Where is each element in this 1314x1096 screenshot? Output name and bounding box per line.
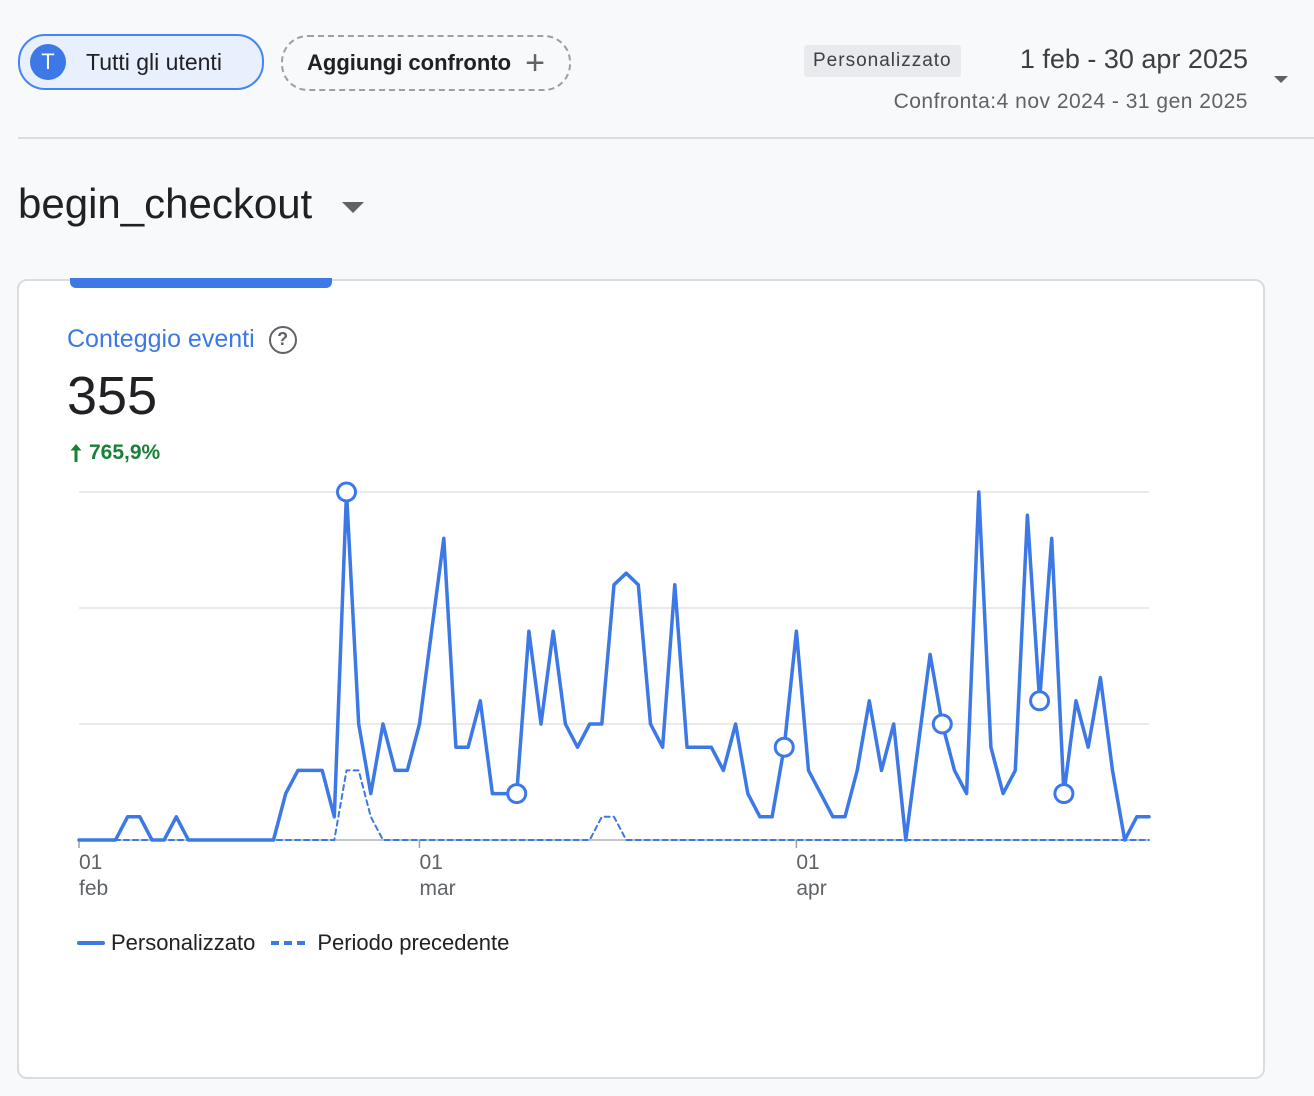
report-header: T Tutti gli utenti Aggiungi confronto + …: [0, 0, 1314, 138]
segment-chip[interactable]: T Tutti gli utenti: [18, 34, 264, 90]
legend-label-previous: Periodo precedente: [317, 930, 510, 955]
event-dropdown-icon[interactable]: [342, 201, 365, 213]
event-title: begin_checkout: [18, 180, 313, 227]
x-tick-month: feb: [79, 877, 108, 900]
date-range-main[interactable]: 1 feb - 30 apr 2025: [1020, 44, 1248, 75]
event-selector[interactable]: begin_checkout: [18, 180, 365, 228]
data-point-marker: [1053, 783, 1075, 805]
legend-item-current[interactable]: Personalizzato: [77, 930, 255, 956]
data-point-marker: [773, 736, 795, 758]
segment-chip-label: Tutti gli utenti: [86, 48, 222, 75]
date-range-compare: Confronta:4 nov 2024 - 31 gen 2025: [893, 90, 1248, 113]
header-divider: [18, 137, 1314, 139]
data-point-marker: [336, 481, 357, 503]
legend-label-current: Personalizzato: [111, 930, 256, 955]
date-range-type-badge: Personalizzato: [804, 45, 961, 77]
legend-swatch-solid: [77, 941, 105, 945]
data-point-marker: [506, 783, 528, 805]
date-range-dropdown-icon[interactable]: [1274, 76, 1288, 83]
add-comparison-button[interactable]: Aggiungi confronto +: [281, 35, 571, 91]
x-tick-day: 01: [79, 851, 102, 874]
plus-icon: +: [525, 44, 545, 82]
data-point-marker: [931, 713, 953, 735]
segment-avatar: T: [30, 44, 66, 80]
x-tick-day: 01: [419, 851, 442, 874]
chart-legend: Personalizzato Periodo precedente: [77, 930, 509, 956]
metric-card: Conteggio eventi ? 355 765,9% 01 feb 01 mar…: [17, 278, 1265, 1079]
series-line-current: [77, 490, 1151, 842]
data-point-marker: [1029, 690, 1051, 712]
x-tick-month: mar: [419, 877, 455, 900]
line-chart: 01 feb 01 mar 01 apr: [77, 481, 1151, 900]
x-tick-day: 01: [796, 851, 819, 874]
add-comparison-label: Aggiungi confronto: [307, 50, 512, 75]
legend-item-previous[interactable]: Periodo precedente: [271, 930, 509, 956]
series-line-previous: [78, 769, 1150, 841]
x-tick-month: apr: [796, 877, 826, 900]
legend-swatch-dashed: [271, 941, 306, 945]
